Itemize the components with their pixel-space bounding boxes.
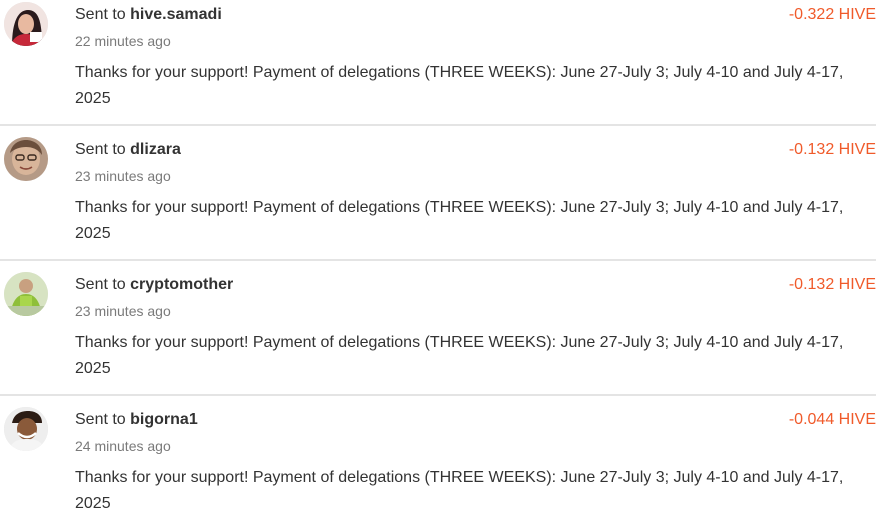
- recipient-link[interactable]: bigorna1: [130, 411, 198, 428]
- transaction-list: Sent to hive.samadi 22 minutes ago Thank…: [0, 0, 886, 515]
- sent-to-label: Sent to cryptomother: [75, 276, 233, 294]
- recipient-link[interactable]: cryptomother: [130, 276, 233, 293]
- user-avatar-icon[interactable]: [4, 137, 48, 181]
- user-avatar-icon[interactable]: [4, 2, 48, 46]
- transaction-row: Sent to dlizara 23 minutes ago Thanks fo…: [0, 124, 886, 270]
- amount: -0.322 HIVE: [788, 6, 876, 23]
- amount: -0.044 HIVE: [788, 411, 876, 428]
- transaction-row: Sent to bigorna1 24 minutes ago Thanks f…: [0, 394, 886, 515]
- amount: -0.132 HIVE: [788, 276, 876, 293]
- recipient-link[interactable]: dlizara: [130, 141, 181, 158]
- memo-text: Thanks for your support! Payment of dele…: [75, 334, 844, 377]
- recipient-link[interactable]: hive.samadi: [130, 6, 222, 23]
- user-avatar-icon[interactable]: [4, 407, 48, 451]
- sent-prefix: Sent to: [75, 6, 126, 23]
- timestamp: 23 minutes ago: [75, 168, 171, 184]
- timestamp: 22 minutes ago: [75, 33, 171, 49]
- user-avatar-icon[interactable]: [4, 272, 48, 316]
- memo-text: Thanks for your support! Payment of dele…: [75, 469, 844, 512]
- amount: -0.132 HIVE: [788, 141, 876, 158]
- timestamp: 24 minutes ago: [75, 438, 171, 454]
- sent-to-label: Sent to hive.samadi: [75, 6, 222, 24]
- memo-text: Thanks for your support! Payment of dele…: [75, 64, 844, 107]
- sent-prefix: Sent to: [75, 411, 126, 428]
- sent-prefix: Sent to: [75, 141, 126, 158]
- sent-to-label: Sent to bigorna1: [75, 411, 198, 429]
- sent-prefix: Sent to: [75, 276, 126, 293]
- transaction-row: Sent to cryptomother 23 minutes ago Than…: [0, 259, 886, 405]
- memo-text: Thanks for your support! Payment of dele…: [75, 199, 844, 242]
- timestamp: 23 minutes ago: [75, 303, 171, 319]
- sent-to-label: Sent to dlizara: [75, 141, 181, 159]
- transaction-row: Sent to hive.samadi 22 minutes ago Thank…: [0, 0, 886, 135]
